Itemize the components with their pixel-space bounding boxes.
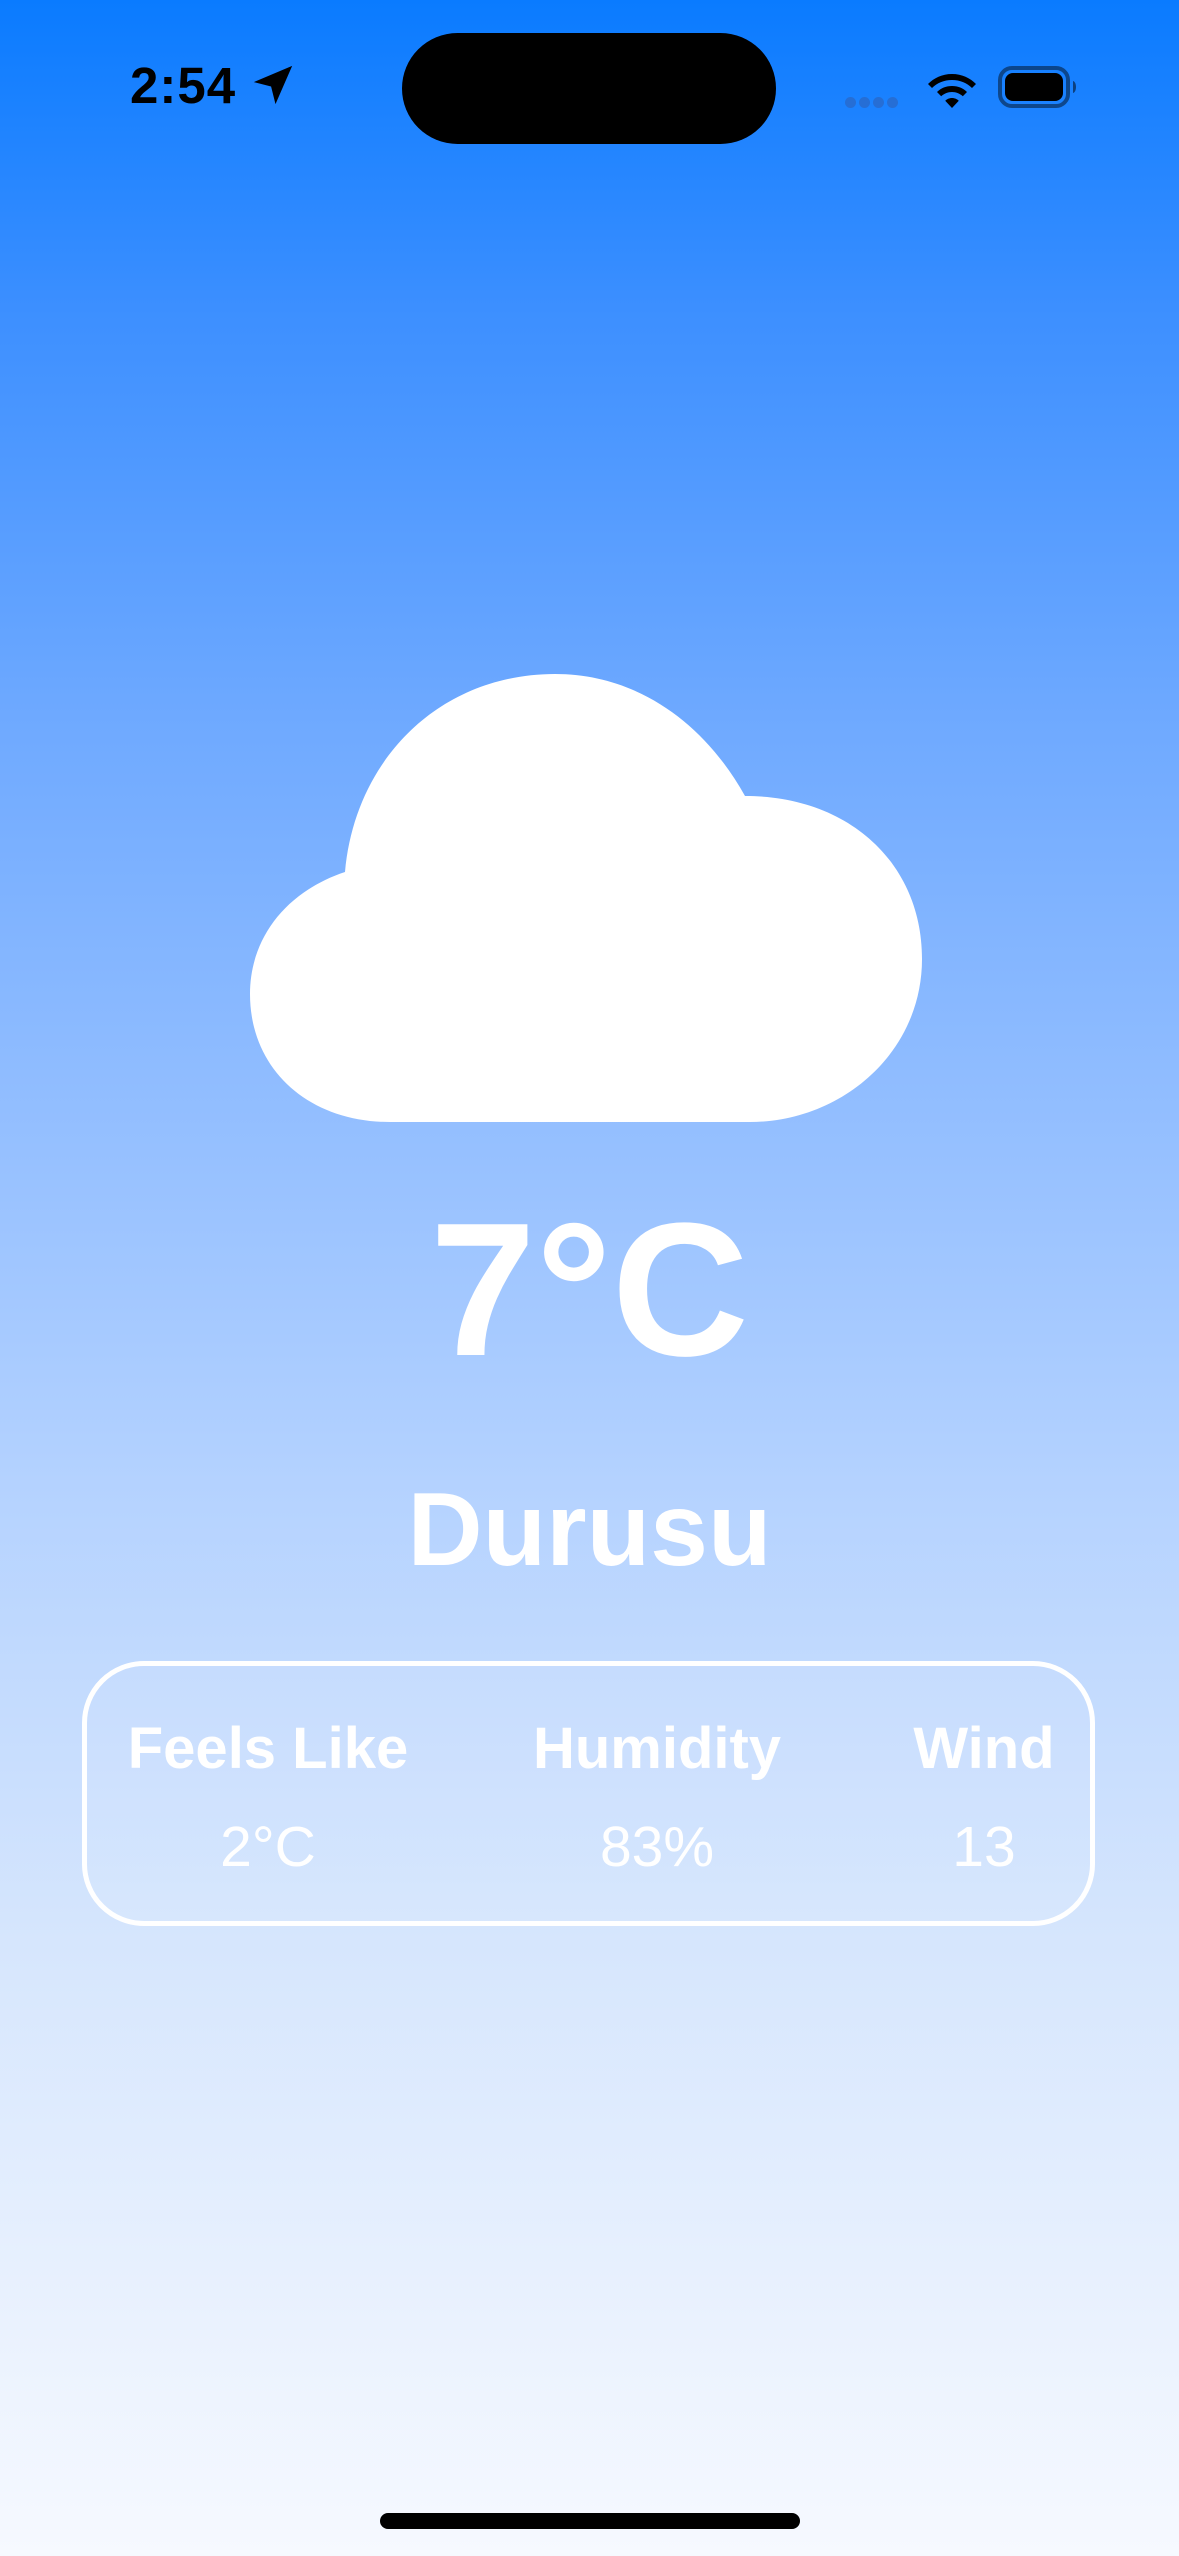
- details-card: Feels Like 2°C Humidity 83% Wind 13: [82, 1661, 1095, 1926]
- wind-detail: Wind 13: [824, 1716, 1144, 1878]
- battery-icon: [998, 66, 1076, 108]
- dynamic-island: [402, 33, 776, 144]
- feels-like-detail: Feels Like 2°C: [108, 1716, 428, 1878]
- humidity-detail: Humidity 83%: [497, 1716, 817, 1878]
- home-indicator[interactable]: [380, 2513, 800, 2529]
- feels-like-value: 2°C: [220, 1815, 316, 1879]
- humidity-label: Humidity: [532, 1716, 782, 1781]
- cellular-signal-icon: [845, 95, 907, 108]
- temperature: 7°C: [430, 1184, 749, 1396]
- feels-like-label: Feels Like: [127, 1716, 409, 1781]
- location-arrow-icon: [253, 65, 293, 105]
- wind-label: Wind: [913, 1716, 1055, 1781]
- cloud-icon: [250, 674, 922, 1122]
- status-bar: 2:54: [0, 0, 1179, 160]
- wind-value: 13: [952, 1815, 1016, 1879]
- wifi-icon: [928, 74, 976, 108]
- status-time: 2:54: [130, 57, 237, 114]
- humidity-value: 83%: [599, 1815, 715, 1879]
- city-name: Durusu: [407, 1472, 772, 1588]
